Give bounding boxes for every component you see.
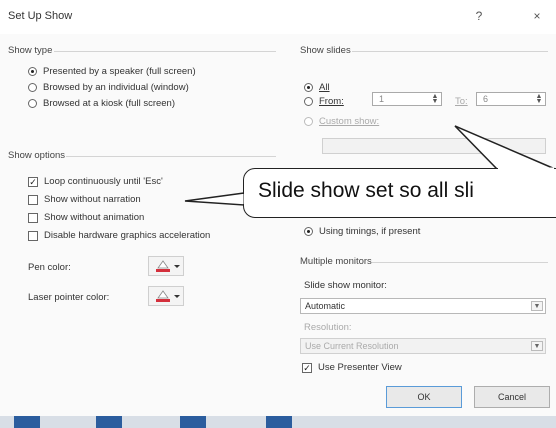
taskbar-segment [96,416,122,428]
taskbar-segment [14,416,40,428]
taskbar-segment [266,416,292,428]
callout-pointer-joins [243,167,554,204]
taskbar-segment [180,416,206,428]
